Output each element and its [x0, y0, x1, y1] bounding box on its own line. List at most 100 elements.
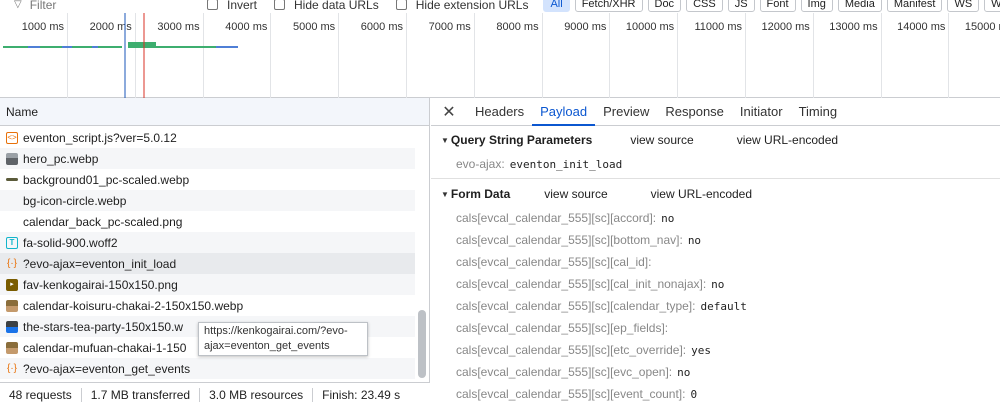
type-chip-css[interactable]: CSS: [686, 0, 723, 12]
request-row[interactable]: calendar-koisuru-chakai-2-150x150.webp: [0, 295, 415, 316]
timeline-bars: [3, 13, 238, 98]
filter-input[interactable]: ▽ Filter: [0, 0, 190, 13]
param-key: cals[evcal_calendar_555][sc][cal_id]:: [456, 255, 652, 269]
request-name: calendar-mufuan-chakai-1-150: [23, 340, 187, 355]
type-chip-manifest[interactable]: Manifest: [886, 0, 943, 12]
timeline-resource-bar: [98, 46, 122, 48]
type-chip-media[interactable]: Media: [837, 0, 882, 12]
param-row: cals[evcal_calendar_555][sc][cal_id]:: [456, 255, 656, 269]
param-value: no: [677, 366, 691, 379]
hide-data-urls-checkbox[interactable]: Hide data URLs: [274, 0, 379, 12]
request-row[interactable]: <> eventon_script.js?ver=5.0.12: [0, 127, 415, 148]
type-chip-img[interactable]: Img: [800, 0, 833, 12]
image-file-icon: [6, 216, 18, 228]
type-chip-ws[interactable]: WS: [947, 0, 980, 12]
request-row[interactable]: background01_pc-scaled.webp: [0, 169, 415, 190]
image-file-icon: [6, 195, 18, 207]
request-name: the-stars-tea-party-150x150.w: [23, 319, 184, 334]
param-value: yes: [691, 344, 712, 357]
timeline-resource-bar: [62, 46, 72, 48]
request-name: eventon_script.js?ver=5.0.12: [23, 130, 177, 145]
image-file-icon: ▸: [6, 278, 18, 291]
param-value: 0: [690, 388, 698, 401]
timeline-resource-bar: [216, 46, 238, 48]
type-chip-doc[interactable]: Doc: [647, 0, 682, 12]
transferred-size: 1.7 MB transferred: [82, 388, 201, 402]
tab-headers[interactable]: Headers: [467, 98, 532, 125]
name-column-header[interactable]: Name: [0, 98, 429, 126]
param-key: cals[evcal_calendar_555][sc][evc_open]:: [456, 365, 673, 379]
request-name: bg-icon-circle.webp: [23, 193, 127, 208]
param-row: cals[evcal_calendar_555][sc][etc_overrid…: [456, 343, 711, 357]
filter-placeholder: Filter: [29, 0, 57, 12]
hide-data-urls-label: Hide data URLs: [294, 0, 379, 12]
request-name: ?evo-ajax=eventon_init_load: [23, 256, 177, 271]
query-view-url-encoded-link[interactable]: view URL-encoded: [737, 133, 838, 147]
param-key: cals[evcal_calendar_555][sc][event_count…: [456, 387, 686, 401]
timeline-resource-bar: [128, 42, 156, 48]
request-row[interactable]: bg-icon-circle.webp: [0, 190, 415, 211]
form-view-url-encoded-link[interactable]: view URL-encoded: [651, 187, 752, 201]
form-data-title: Form Data: [450, 187, 511, 201]
checkbox-box[interactable]: [395, 0, 407, 10]
timeline-resource-bar: [3, 46, 28, 48]
form-data-section-header[interactable]: ▼ Form Data view source view URL-encoded: [441, 187, 752, 201]
tab-response[interactable]: Response: [657, 98, 732, 125]
param-value: no: [711, 278, 725, 291]
scrollbar-thumb[interactable]: [418, 310, 426, 378]
expand-triangle-icon: ▼: [441, 135, 449, 145]
request-row[interactable]: {·} ?evo-ajax=eventon_get_events: [0, 358, 415, 379]
timeline-resource-bar: [72, 46, 92, 48]
param-row: cals[evcal_calendar_555][sc][bottom_nav]…: [456, 233, 701, 247]
tab-timing[interactable]: Timing: [791, 98, 846, 125]
font-file-icon: T: [6, 236, 18, 249]
image-file-icon: [6, 299, 18, 312]
param-row: cals[evcal_calendar_555][sc][accord]: no: [456, 211, 674, 225]
query-string-title: Query String Parameters: [450, 133, 593, 147]
js-file-icon: <>: [6, 131, 18, 144]
request-list-pane: Name <> eventon_script.js?ver=5.0.12 hero_…: [0, 98, 430, 407]
tab-initiator[interactable]: Initiator: [732, 98, 791, 125]
tab-payload[interactable]: Payload: [532, 98, 596, 126]
finish-time: Finish: 23.49 s: [322, 388, 401, 402]
param-key: cals[evcal_calendar_555][sc][calendar_ty…: [456, 299, 696, 313]
param-value: eventon_init_load: [509, 158, 623, 171]
image-file-icon: [6, 341, 18, 354]
request-row[interactable]: calendar_back_pc-scaled.png: [0, 211, 415, 232]
checkbox-box[interactable]: [207, 0, 218, 10]
hide-extension-urls-label: Hide extension URLs: [415, 0, 529, 12]
request-name: fav-kenkogairai-150x150.png: [23, 277, 178, 292]
close-icon[interactable]: ✕: [431, 98, 467, 125]
tab-preview[interactable]: Preview: [595, 98, 657, 125]
request-list-scrollbar[interactable]: [418, 128, 426, 380]
request-row[interactable]: hero_pc.webp: [0, 148, 415, 169]
request-name: calendar_back_pc-scaled.png: [23, 214, 183, 229]
request-name: calendar-koisuru-chakai-2-150x150.webp: [23, 298, 244, 313]
request-name: fa-solid-900.woff2: [23, 235, 118, 250]
request-name: hero_pc.webp: [23, 151, 99, 166]
query-view-source-link[interactable]: view source: [630, 133, 693, 147]
type-chip-wa[interactable]: Wa: [984, 0, 1000, 12]
type-filter-chips: All Fetch/XHR Doc CSS JS Font Img Media Manifest…: [538, 0, 1000, 12]
type-chip-fetch-xhr[interactable]: Fetch/XHR: [574, 0, 643, 12]
query-string-section-header[interactable]: ▼ Query String Parameters view source vi…: [441, 133, 838, 147]
type-chip-all[interactable]: All: [543, 0, 570, 12]
filter-icon: ▽: [14, 0, 22, 10]
request-name: background01_pc-scaled.webp: [23, 172, 190, 187]
name-column-label: Name: [6, 104, 39, 119]
url-tooltip: https://kenkogairai.com/?evo-ajax=evento…: [198, 322, 368, 356]
param-key: evo-ajax:: [456, 157, 505, 171]
network-overview-timeline[interactable]: 1000 ms 2000 ms 3000 ms 4000 ms 5000 ms 6000 …: [0, 13, 1000, 98]
request-row[interactable]: {·} ?evo-ajax=eventon_init_load: [0, 253, 415, 274]
request-row[interactable]: ▸ fav-kenkogairai-150x150.png: [0, 274, 415, 295]
details-tabs: ✕ Headers Payload Preview Response Initiator…: [431, 98, 1000, 126]
type-chip-font[interactable]: Font: [759, 0, 796, 12]
type-chip-js[interactable]: JS: [727, 0, 755, 12]
hide-extension-urls-checkbox[interactable]: Hide extension URLs: [395, 0, 529, 12]
param-key: cals[evcal_calendar_555][sc][etc_overrid…: [456, 343, 687, 357]
invert-checkbox[interactable]: Invert: [207, 0, 257, 12]
form-view-source-link[interactable]: view source: [544, 187, 607, 201]
request-name: ?evo-ajax=eventon_get_events: [23, 361, 191, 376]
checkbox-box[interactable]: [274, 0, 286, 10]
request-row[interactable]: Tfa-solid-900.woff2: [0, 232, 415, 253]
